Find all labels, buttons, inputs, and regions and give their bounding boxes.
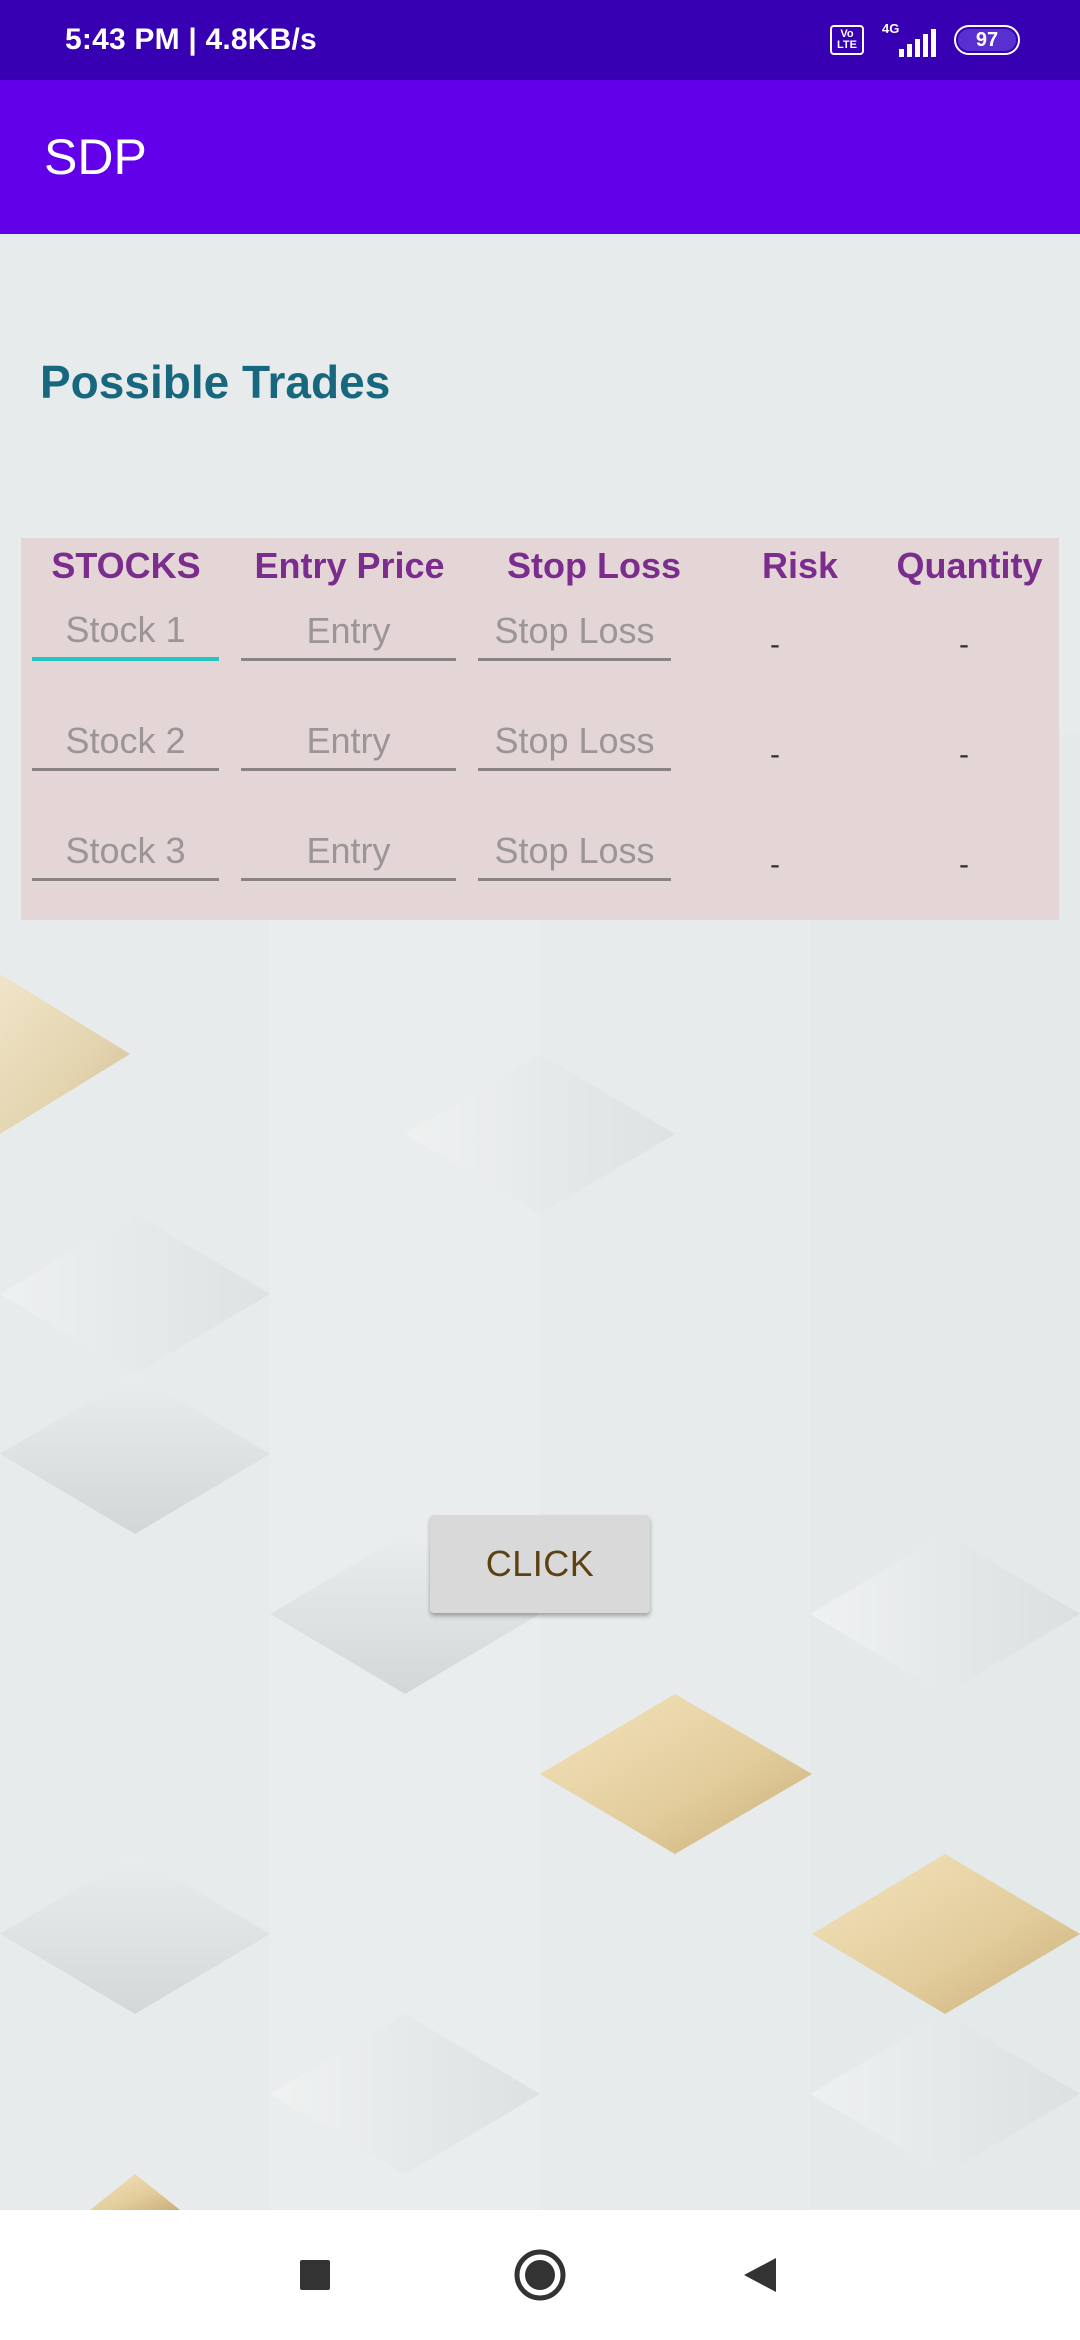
app-title: SDP: [44, 129, 147, 185]
stop-loss-2-input[interactable]: [478, 713, 671, 771]
entry-2-input[interactable]: [241, 713, 456, 771]
recents-icon: [300, 2260, 330, 2290]
quantity-1-value: -: [959, 628, 969, 661]
quantity-3-value: -: [959, 848, 969, 881]
background-pattern: [0, 234, 1080, 2210]
network-type: 4G: [882, 21, 900, 36]
page-title: Possible Trades: [40, 356, 391, 408]
home-button[interactable]: [480, 2210, 600, 2340]
stop-loss-1-input[interactable]: [478, 603, 671, 661]
signal-icon: 4G: [882, 21, 936, 57]
risk-2-value: -: [770, 738, 780, 771]
stop-loss-3-input[interactable]: [478, 823, 671, 881]
header-stop-loss: Stop Loss: [506, 545, 681, 586]
stock-1-input[interactable]: [32, 603, 219, 661]
entry-1-input[interactable]: [241, 603, 456, 661]
recents-button[interactable]: [255, 2210, 375, 2340]
entry-3-input[interactable]: [241, 823, 456, 881]
battery-icon: 97: [954, 25, 1020, 55]
stock-3-input[interactable]: [32, 823, 219, 881]
volte-bottom-text: LTE: [837, 39, 857, 51]
trades-table: STOCKS Entry Price Stop Loss Risk Quanti…: [21, 538, 1059, 920]
battery-level: 97: [975, 28, 999, 51]
header-risk: Risk: [761, 545, 839, 586]
quantity-2-value: -: [959, 738, 969, 771]
risk-1-value: -: [770, 628, 780, 661]
home-icon: [514, 2249, 566, 2301]
click-button[interactable]: CLICK: [430, 1515, 650, 1613]
header-entry-price: Entry Price: [254, 545, 445, 586]
status-bar: 5:43 PM | 4.8KB/s Vo LTE 4G 97: [0, 0, 1080, 80]
header-quantity: Quantity: [896, 545, 1043, 586]
app-bar: SDP: [0, 80, 1080, 234]
back-button[interactable]: [700, 2210, 820, 2340]
risk-3-value: -: [770, 848, 780, 881]
header-stocks: STOCKS: [51, 545, 201, 586]
stock-2-input[interactable]: [32, 713, 219, 771]
status-icons: Vo LTE 4G 97: [830, 21, 1020, 57]
volte-icon: Vo LTE: [830, 25, 864, 55]
back-icon: [744, 2258, 776, 2292]
status-time-speed: 5:43 PM | 4.8KB/s: [65, 23, 317, 56]
navigation-bar: [0, 2210, 1080, 2340]
